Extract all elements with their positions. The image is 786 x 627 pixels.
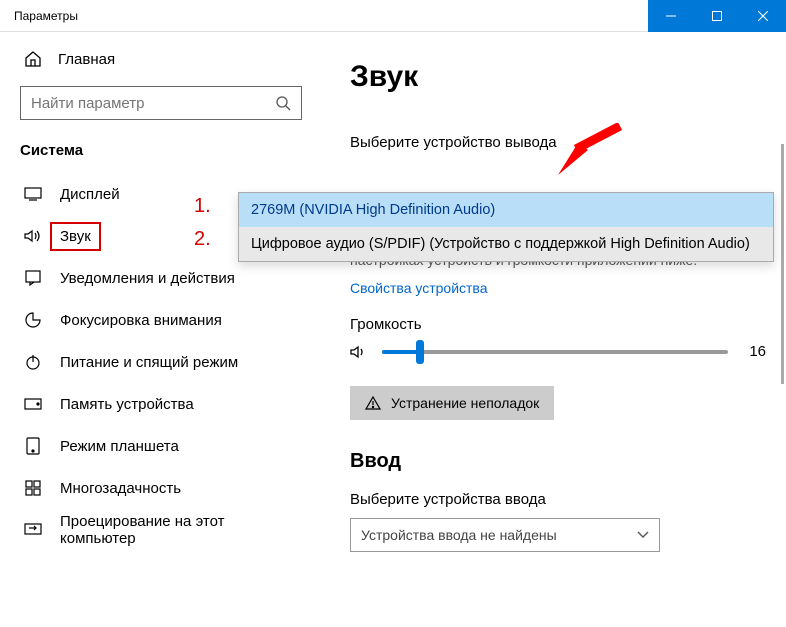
minimize-button[interactable]	[648, 0, 694, 32]
storage-icon	[24, 398, 42, 410]
group-title: Система	[20, 142, 298, 159]
nav-label: Уведомления и действия	[60, 270, 235, 287]
chevron-down-icon	[637, 531, 649, 539]
search-input[interactable]	[20, 86, 302, 120]
input-select-value: Устройства ввода не найдены	[361, 527, 557, 543]
maximize-button[interactable]	[694, 0, 740, 32]
page-title: Звук	[350, 60, 766, 94]
sidebar: Главная Система Дисплей Звук Уведомления…	[0, 32, 318, 627]
notifications-icon	[24, 270, 42, 286]
multitask-icon	[24, 480, 42, 496]
focus-icon	[24, 312, 42, 328]
display-icon	[24, 187, 42, 201]
sidebar-item-focus[interactable]: Фокусировка внимания	[20, 299, 298, 341]
input-device-select[interactable]: Устройства ввода не найдены	[350, 518, 660, 552]
window-title: Параметры	[0, 9, 78, 23]
nav-label: Память устройства	[60, 396, 194, 413]
slider-thumb[interactable]	[416, 340, 424, 364]
nav-label: Питание и спящий режим	[60, 354, 238, 371]
search-field[interactable]	[31, 95, 275, 112]
close-button[interactable]	[740, 0, 786, 32]
sidebar-item-multitask[interactable]: Многозадачность	[20, 467, 298, 509]
nav-label: Многозадачность	[60, 480, 181, 497]
nav-label: Звук	[60, 228, 91, 245]
nav-label: Дисплей	[60, 186, 120, 203]
volume-slider[interactable]	[382, 350, 728, 354]
annotation-arrow	[558, 123, 628, 178]
output-device-dropdown[interactable]: 2769M (NVIDIA High Definition Audio) Циф…	[238, 192, 774, 262]
sidebar-item-notifications[interactable]: Уведомления и действия	[20, 257, 298, 299]
sidebar-item-power[interactable]: Питание и спящий режим	[20, 341, 298, 383]
input-device-label: Выберите устройства ввода	[350, 491, 766, 508]
speaker-icon	[350, 344, 368, 360]
main-panel: Звук Выберите устройство вывода параметр…	[318, 32, 786, 627]
window-controls	[648, 0, 786, 31]
power-icon	[24, 354, 42, 370]
sidebar-item-storage[interactable]: Память устройства	[20, 383, 298, 425]
projecting-icon	[24, 523, 42, 537]
dropdown-option-1[interactable]: 2769M (NVIDIA High Definition Audio)	[239, 193, 773, 227]
troubleshoot-label: Устранение неполадок	[391, 395, 539, 411]
sidebar-item-tablet[interactable]: Режим планшета	[20, 425, 298, 467]
nav-label: Режим планшета	[60, 438, 179, 455]
home-link[interactable]: Главная	[24, 50, 298, 68]
volume-control: 16	[350, 343, 766, 360]
scrollbar[interactable]	[781, 144, 784, 384]
annotation-1: 1.	[194, 195, 211, 218]
sound-icon	[24, 229, 42, 243]
home-icon	[24, 50, 42, 68]
volume-label: Громкость	[350, 316, 766, 333]
input-header: Ввод	[350, 450, 766, 473]
nav-label: Проецирование на этот компьютер	[60, 513, 298, 547]
device-properties-link[interactable]: Свойства устройства	[350, 280, 488, 296]
home-label: Главная	[58, 51, 115, 68]
titlebar: Параметры	[0, 0, 786, 32]
annotation-2: 2.	[194, 228, 211, 251]
volume-value: 16	[742, 343, 766, 360]
tablet-icon	[24, 437, 42, 455]
search-icon	[275, 95, 291, 111]
sidebar-item-projecting[interactable]: Проецирование на этот компьютер	[20, 509, 298, 551]
dropdown-option-2[interactable]: Цифровое аудио (S/PDIF) (Устройство с по…	[239, 227, 773, 261]
warning-icon	[365, 396, 381, 410]
troubleshoot-button[interactable]: Устранение неполадок	[350, 386, 554, 420]
nav-label: Фокусировка внимания	[60, 312, 222, 329]
